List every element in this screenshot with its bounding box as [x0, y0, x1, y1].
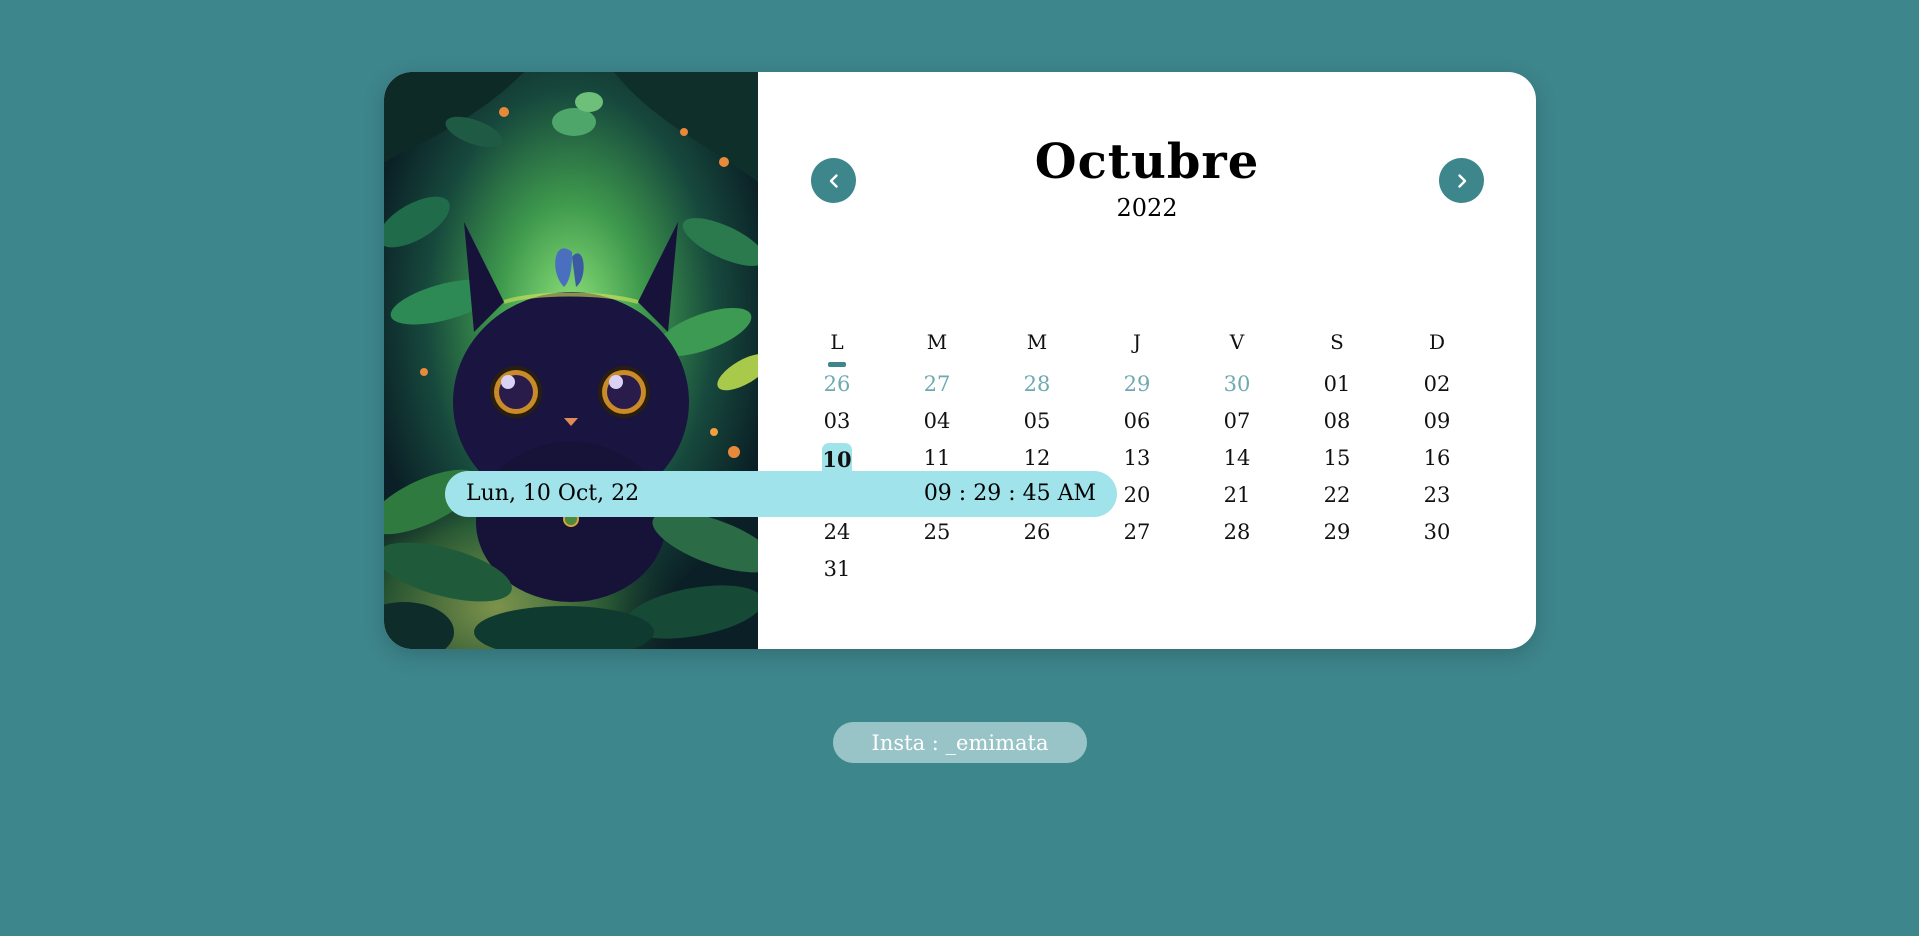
day-cell[interactable]: 20: [1117, 483, 1157, 507]
weekday-label: V: [1229, 330, 1245, 354]
day-cell[interactable]: 16: [1417, 446, 1457, 470]
weekday-label: S: [1330, 330, 1344, 354]
calendar-card: Octubre 2022 L M M J V S D 26 27 28 29 30 01 02 03 04 05…: [384, 72, 1536, 649]
date-time-bar: Lun, 10 Oct, 22 09 : 29 : 45 AM: [445, 471, 1117, 517]
day-cell[interactable]: 28: [1217, 520, 1257, 544]
day-cell[interactable]: 31: [817, 557, 857, 581]
day-cell[interactable]: 02: [1417, 372, 1457, 396]
day-cell[interactable]: 15: [1317, 446, 1357, 470]
current-date: Lun, 10 Oct, 22: [466, 481, 640, 506]
prev-month-day-cell[interactable]: 28: [1017, 372, 1057, 396]
instagram-credit[interactable]: Insta : _emimata: [833, 722, 1087, 763]
prev-month-day-cell[interactable]: 27: [917, 372, 957, 396]
prev-month-day-cell[interactable]: 26: [817, 372, 857, 396]
day-cell[interactable]: 22: [1317, 483, 1357, 507]
day-cell[interactable]: 12: [1017, 446, 1057, 470]
day-cell[interactable]: 03: [817, 409, 857, 433]
weekday-label: J: [1132, 330, 1142, 354]
day-cell[interactable]: 30: [1417, 520, 1457, 544]
day-cell[interactable]: 04: [917, 409, 957, 433]
cat-illustration: [384, 72, 758, 649]
day-cell[interactable]: 01: [1317, 372, 1357, 396]
day-cell[interactable]: 26: [1017, 520, 1057, 544]
year-title: 2022: [1116, 194, 1178, 222]
current-time: 09 : 29 : 45 AM: [923, 481, 1096, 506]
day-cell[interactable]: 09: [1417, 409, 1457, 433]
day-cell[interactable]: 14: [1217, 446, 1257, 470]
weekday-label: M: [926, 330, 948, 354]
day-cell[interactable]: 06: [1117, 409, 1157, 433]
day-cell[interactable]: 23: [1417, 483, 1457, 507]
day-cell[interactable]: 27: [1117, 520, 1157, 544]
day-cell[interactable]: 25: [917, 520, 957, 544]
weekday-label: L: [830, 330, 844, 354]
day-cell[interactable]: 05: [1017, 409, 1057, 433]
day-cell[interactable]: 21: [1217, 483, 1257, 507]
day-cell[interactable]: 24: [817, 520, 857, 544]
month-title: Octubre: [1034, 134, 1260, 190]
current-weekday-indicator: [828, 362, 846, 367]
calendar-panel: Octubre 2022 L M M J V S D 26 27 28 29 30 01 02 03 04 05…: [758, 72, 1536, 649]
day-cell[interactable]: 29: [1317, 520, 1357, 544]
prev-month-day-cell[interactable]: 29: [1117, 372, 1157, 396]
day-cell[interactable]: 07: [1217, 409, 1257, 433]
weekday-label: D: [1428, 330, 1446, 354]
weekday-label: M: [1026, 330, 1048, 354]
prev-month-day-cell[interactable]: 30: [1217, 372, 1257, 396]
day-cell[interactable]: 08: [1317, 409, 1357, 433]
day-cell[interactable]: 11: [917, 446, 957, 470]
day-cell[interactable]: 13: [1117, 446, 1157, 470]
